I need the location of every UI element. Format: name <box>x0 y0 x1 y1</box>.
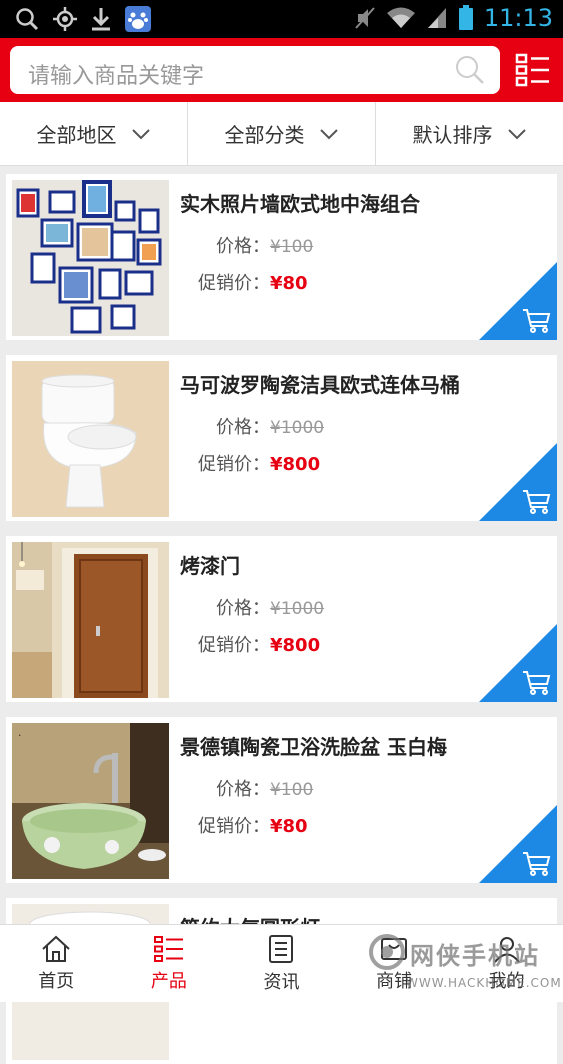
product-card[interactable]: 马可波罗陶瓷洁具欧式连体马桶 价格：¥1000 促销价：¥800 <box>6 355 557 521</box>
product-card[interactable]: 实木照片墙欧式地中海组合 价格：¥100 促销价：¥80 <box>6 174 557 340</box>
add-to-cart-button[interactable] <box>479 443 557 521</box>
chevron-down-icon <box>131 128 150 139</box>
search-icon <box>16 8 39 31</box>
list-icon <box>153 935 183 962</box>
tab-label: 商铺 <box>376 970 413 992</box>
download-icon <box>92 8 110 31</box>
tab-news[interactable]: 资讯 <box>225 925 338 1002</box>
filter-label: 全部地区 <box>36 123 117 147</box>
status-bar: 11:13 <box>0 0 563 38</box>
product-title[interactable]: 景德镇陶瓷卫浴洗脸盆 玉白梅 <box>180 731 447 760</box>
home-icon <box>42 935 70 962</box>
tab-label: 我的 <box>488 970 525 992</box>
promo-row: 促销价：¥800 <box>198 450 320 476</box>
price-label: 价格： <box>216 236 270 257</box>
filter-label: 全部分类 <box>224 123 305 147</box>
tab-label: 首页 <box>38 970 75 992</box>
product-title[interactable]: 马可波罗陶瓷洁具欧式连体马桶 <box>180 369 460 398</box>
product-image-photo-wall[interactable] <box>12 180 169 336</box>
price-row: 价格：¥100 <box>216 232 313 258</box>
product-image-door[interactable] <box>12 542 169 698</box>
product-image-toilet[interactable] <box>12 361 169 517</box>
tab-label: 产品 <box>150 970 187 992</box>
product-image-washbasin[interactable]: · <box>12 723 169 879</box>
add-to-cart-button[interactable] <box>479 262 557 340</box>
original-price: ¥1000 <box>270 418 325 438</box>
promo-row: 促销价：¥80 <box>198 812 308 838</box>
search-placeholder: 请输入商品关键字 <box>28 64 205 89</box>
mute-icon <box>355 7 375 29</box>
chevron-down-icon <box>319 128 338 139</box>
add-to-cart-button[interactable] <box>479 805 557 883</box>
promo-label: 促销价： <box>198 635 270 656</box>
filter-category[interactable]: 全部分类 <box>188 102 376 165</box>
product-title[interactable]: 烤漆门 <box>180 550 240 579</box>
filter-sort[interactable]: 默认排序 <box>376 102 563 165</box>
tab-shops[interactable]: 商铺 <box>338 925 451 1002</box>
product-card[interactable]: · 景德镇陶瓷卫浴洗脸盆 玉白梅 价格：¥100 促销价：¥80 <box>6 717 557 883</box>
status-time: 11:13 <box>483 4 553 32</box>
promo-price: ¥800 <box>270 454 321 475</box>
original-price: ¥1000 <box>270 599 325 619</box>
chevron-down-icon <box>507 128 526 139</box>
promo-label: 促销价： <box>198 273 270 294</box>
price-row: 价格：¥1000 <box>216 413 324 439</box>
promo-row: 促销价：¥800 <box>198 631 320 657</box>
original-price: ¥100 <box>270 237 314 257</box>
wifi-icon <box>386 7 415 28</box>
promo-price: ¥800 <box>270 635 321 656</box>
product-card[interactable]: 烤漆门 价格：¥1000 促销价：¥800 <box>6 536 557 702</box>
header: 请输入商品关键字 <box>0 38 563 102</box>
tab-home[interactable]: 首页 <box>0 925 113 1002</box>
tab-profile[interactable]: 我的 <box>450 925 563 1002</box>
battery-icon <box>458 5 473 30</box>
filter-region[interactable]: 全部地区 <box>0 102 188 165</box>
promo-row: 促销价：¥80 <box>198 269 308 295</box>
baidu-app-icon <box>125 6 151 32</box>
svg-text:·: · <box>18 729 22 742</box>
search-icon[interactable] <box>454 54 486 86</box>
tab-products[interactable]: 产品 <box>113 925 226 1002</box>
bottom-tab-bar: 首页 产品 资讯 商铺 我的 <box>0 924 563 1002</box>
add-to-cart-button[interactable] <box>479 624 557 702</box>
user-icon <box>493 936 520 963</box>
promo-price: ¥80 <box>270 816 308 837</box>
search-input[interactable]: 请输入商品关键字 <box>10 46 500 94</box>
price-row: 价格：¥100 <box>216 775 313 801</box>
price-label: 价格： <box>216 417 270 438</box>
price-label: 价格： <box>216 598 270 619</box>
filter-bar: 全部地区 全部分类 默认排序 <box>0 102 563 166</box>
promo-price: ¥80 <box>270 273 308 294</box>
promo-label: 促销价： <box>198 454 270 475</box>
price-row: 价格：¥1000 <box>216 594 324 620</box>
shop-icon <box>381 937 408 960</box>
filter-label: 默认排序 <box>412 123 493 147</box>
product-title[interactable]: 实木照片墙欧式地中海组合 <box>180 188 420 217</box>
gps-icon <box>53 7 77 31</box>
price-label: 价格： <box>216 779 270 800</box>
signal-icon <box>427 8 446 28</box>
tab-label: 资讯 <box>263 971 300 993</box>
original-price: ¥100 <box>270 780 314 800</box>
menu-list-icon[interactable] <box>515 52 551 88</box>
news-icon <box>269 934 294 963</box>
promo-label: 促销价： <box>198 816 270 837</box>
